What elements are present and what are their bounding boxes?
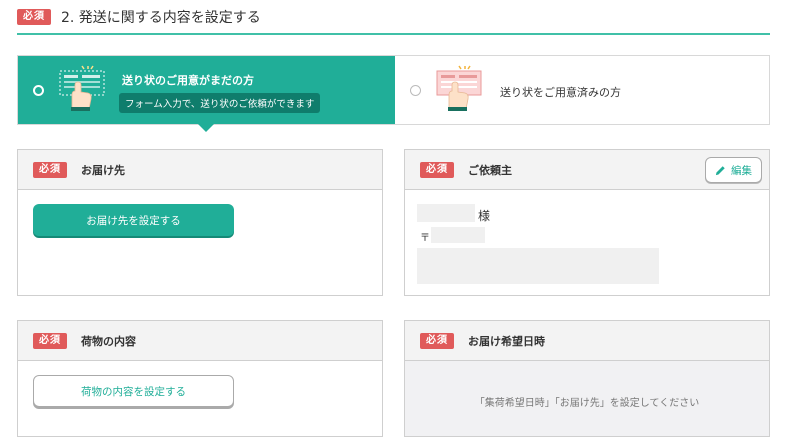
required-badge: 必須 [17, 9, 51, 25]
package-card: 必須 荷物の内容 荷物の内容を設定する [17, 320, 383, 437]
section-header: 必須 2. 発送に関する内容を設定する [17, 7, 261, 27]
package-card-title: 荷物の内容 [81, 334, 136, 348]
set-package-button[interactable]: 荷物の内容を設定する [33, 375, 234, 407]
pencil-icon [715, 165, 725, 175]
required-badge: 必須 [33, 161, 67, 178]
required-badge: 必須 [420, 161, 454, 178]
required-badge: 必須 [33, 332, 67, 349]
destination-card-title: お届け先 [81, 163, 125, 177]
option-no-slip-description: フォーム入力で、送り状のご依頼ができます [119, 93, 321, 113]
requester-card-header: 必須 ご依頼主 編集 [405, 150, 769, 190]
delivery-date-card-header: 必須 お届け希望日時 [405, 321, 769, 361]
destination-card-header: 必須 お届け先 [18, 150, 382, 190]
section-divider [17, 33, 770, 35]
shipping-slip-hand-icon [436, 65, 482, 111]
delivery-date-card: 必須 お届け希望日時 「集荷希望日時」「お届け先」を設定してください [404, 320, 770, 437]
package-card-body: 荷物の内容を設定する [18, 361, 382, 436]
shipping-option-selector: 送り状のご用意がまだの方 フォーム入力で、送り状のご依頼ができます 送り状をご用… [17, 55, 770, 132]
requester-card-title: ご依頼主 [468, 163, 512, 177]
requester-card-body: 様 〒 [405, 190, 769, 295]
shipping-slip-hand-icon [59, 65, 105, 111]
destination-card-body: お届け先を設定する [18, 190, 382, 295]
masked-name [417, 204, 475, 222]
masked-address [417, 248, 659, 284]
destination-card: 必須 お届け先 お届け先を設定する [17, 149, 383, 296]
edit-requester-button[interactable]: 編集 [705, 157, 762, 183]
postal-mark: 〒 [420, 233, 430, 244]
delivery-date-card-title: お届け希望日時 [468, 334, 545, 348]
section-title: 2. 発送に関する内容を設定する [61, 10, 261, 26]
package-card-header: 必須 荷物の内容 [18, 321, 382, 361]
option-no-slip-radio[interactable] [33, 85, 44, 96]
option-no-slip-label: 送り状のご用意がまだの方 [122, 74, 254, 87]
required-badge: 必須 [420, 332, 454, 349]
honorific-text: 様 [478, 209, 491, 223]
option-has-slip-radio[interactable] [410, 85, 421, 96]
option-no-slip[interactable]: 送り状のご用意がまだの方 フォーム入力で、送り状のご依頼ができます [18, 56, 395, 132]
selected-pointer [198, 124, 214, 132]
delivery-date-card-body: 「集荷希望日時」「お届け先」を設定してください [405, 361, 769, 436]
masked-postal-code [431, 227, 485, 243]
requester-card: 必須 ご依頼主 編集 様 〒 [404, 149, 770, 296]
option-has-slip-label: 送り状をご用意済みの方 [500, 86, 621, 99]
set-destination-button[interactable]: お届け先を設定する [33, 204, 234, 236]
delivery-date-notice: 「集荷希望日時」「お届け先」を設定してください [474, 398, 700, 409]
option-has-slip[interactable]: 送り状をご用意済みの方 [395, 56, 769, 124]
edit-requester-label: 編集 [731, 164, 752, 177]
